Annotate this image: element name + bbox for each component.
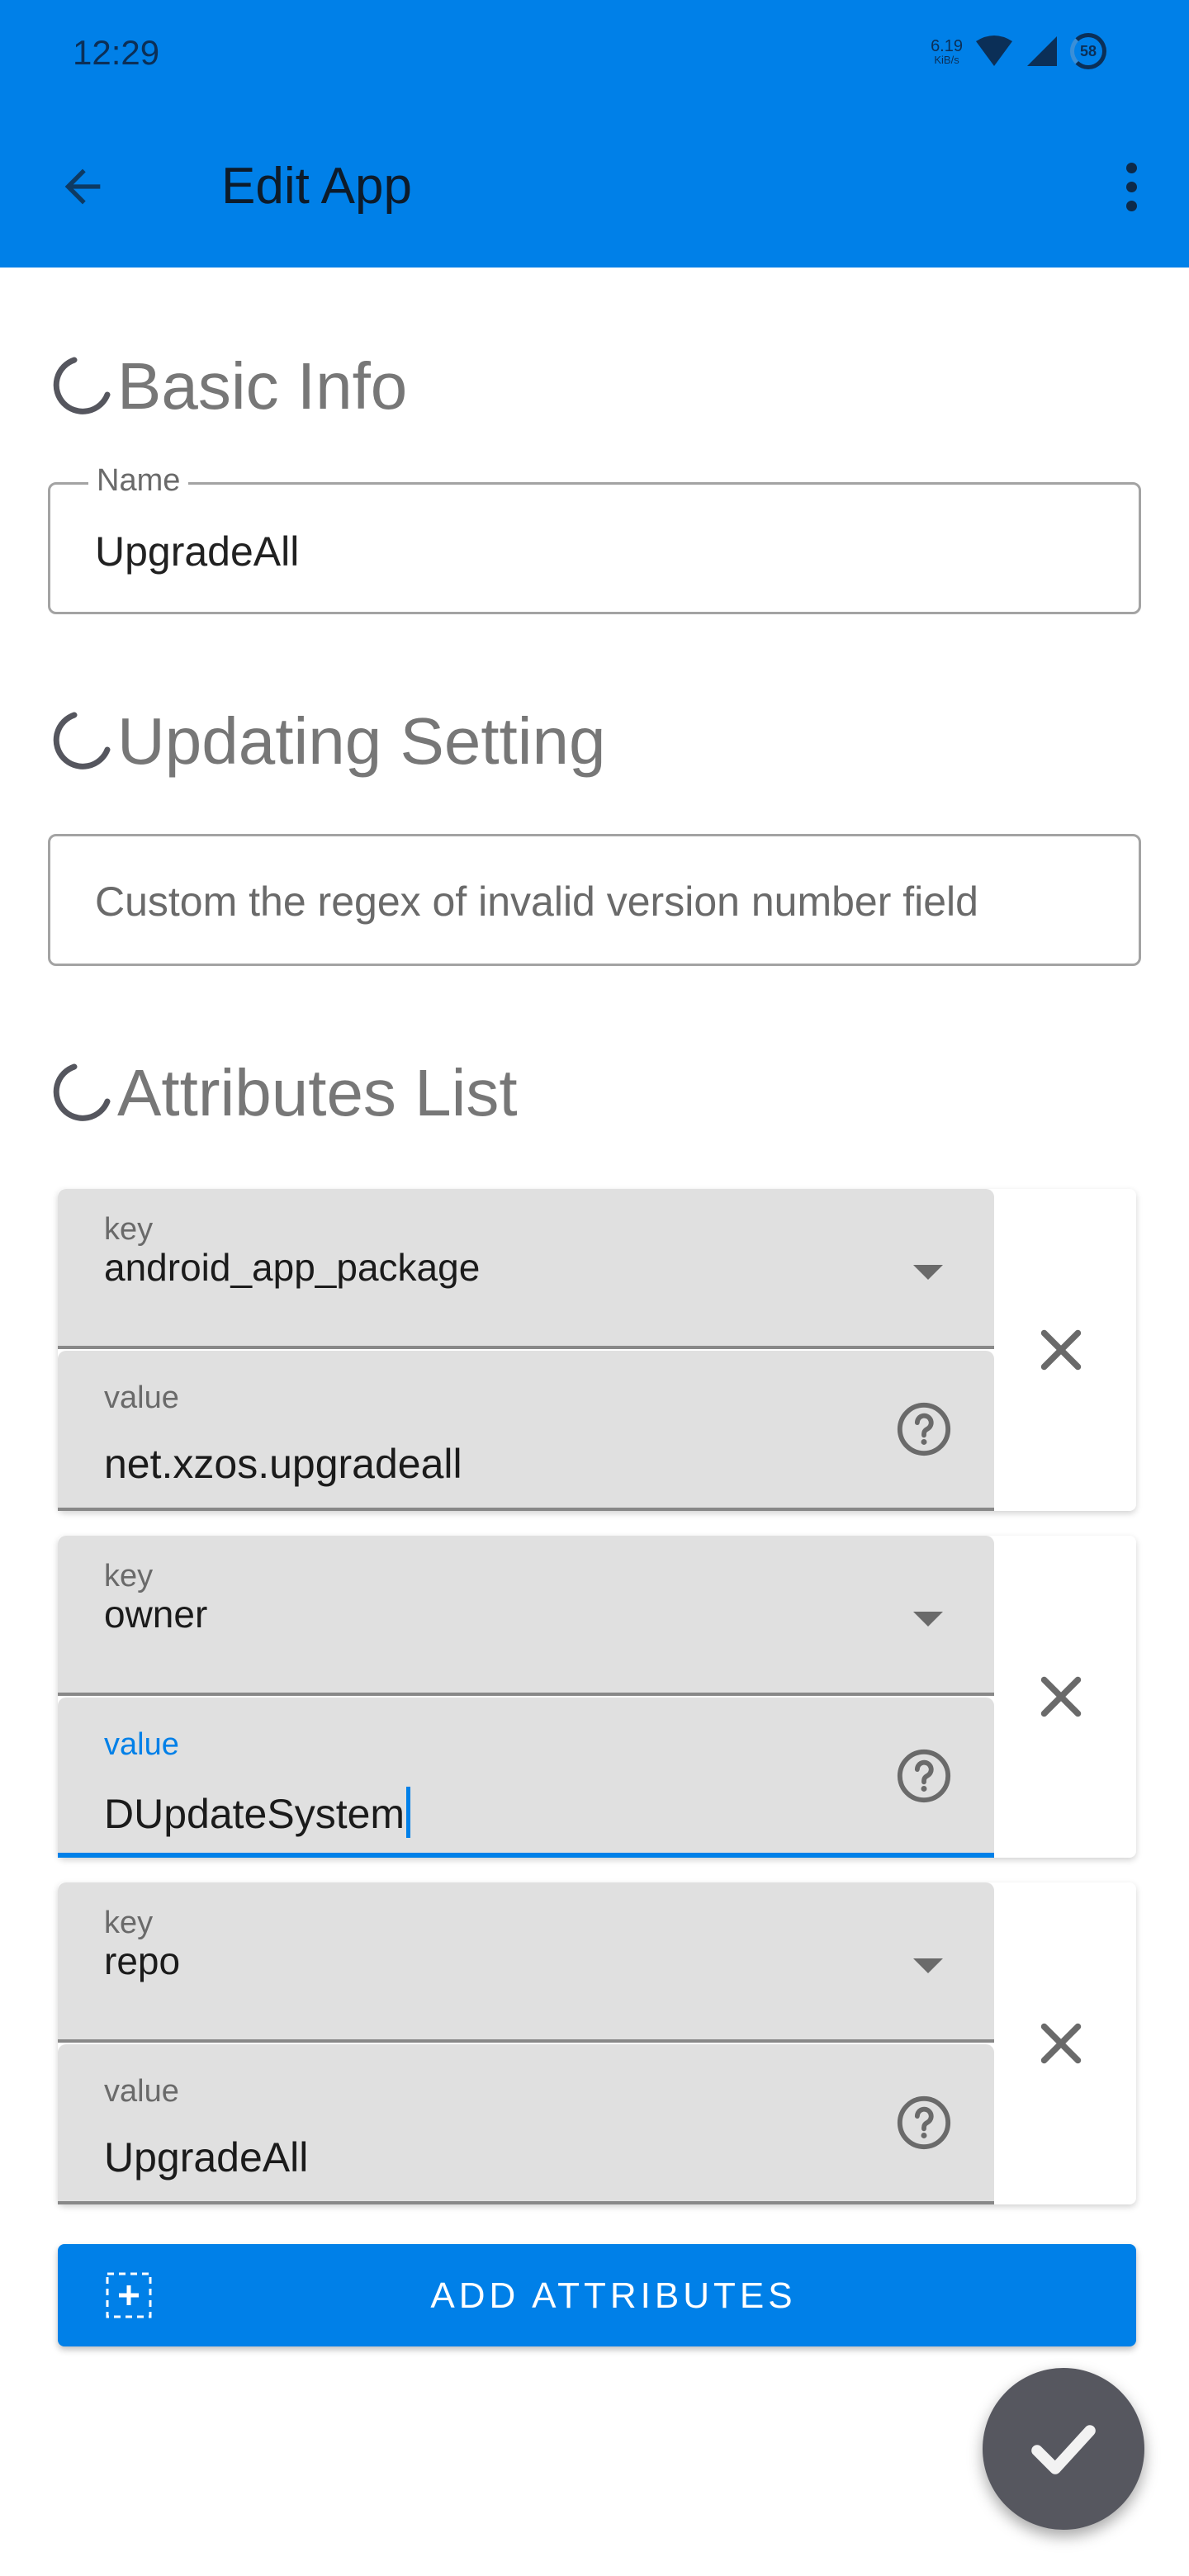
network-speed-unit: KiB/s <box>934 53 959 66</box>
section-title: Attributes List <box>117 1056 518 1129</box>
text-cursor <box>406 1787 411 1838</box>
network-speed-value: 6.19 <box>931 36 963 55</box>
check-icon <box>1031 2425 1096 2474</box>
status-icons: 6.19 KiB/s 58 <box>931 33 1106 69</box>
section-basic-info: Basic Info <box>46 348 407 424</box>
value-text[interactable]: DUpdateSystem <box>104 1791 405 1837</box>
more-vert-dot <box>1125 200 1137 211</box>
dropdown-arrow-icon[interactable] <box>913 1612 943 1627</box>
arrow-back-icon <box>64 168 101 205</box>
more-vert-icon <box>1125 162 1137 173</box>
more-vert-dot <box>1125 181 1137 192</box>
back-button[interactable] <box>50 154 116 220</box>
help-icon[interactable] <box>895 1747 953 1805</box>
value-label: value <box>104 1380 179 1415</box>
key-label: key <box>104 1906 154 1940</box>
attribute-value-input[interactable]: value net.xzos.upgradeall <box>58 1351 994 1511</box>
value-text[interactable]: UpgradeAll <box>104 2133 308 2181</box>
dropdown-arrow-icon[interactable] <box>913 1958 943 1973</box>
attribute-card: key owner value DUpdateSystem <box>58 1536 1136 1858</box>
key-value: repo <box>104 1939 181 1982</box>
save-fab[interactable] <box>983 2368 1144 2530</box>
name-field-label: Name <box>88 463 189 499</box>
value-text-wrapper[interactable]: DUpdateSystem <box>104 1787 411 1838</box>
attribute-value-input[interactable]: value DUpdateSystem <box>58 1698 994 1858</box>
key-label: key <box>104 1559 154 1593</box>
help-icon[interactable] <box>895 2094 953 2152</box>
battery-icon: 58 <box>1070 33 1106 69</box>
value-label: value <box>104 1727 179 1762</box>
attribute-key-dropdown[interactable]: key owner <box>58 1536 994 1696</box>
key-value: owner <box>104 1593 208 1636</box>
attribute-card: key android_app_package value net.xzos.u… <box>58 1189 1136 1511</box>
name-field[interactable]: Name UpgradeAll <box>48 463 1141 614</box>
status-time: 12:29 <box>73 33 160 72</box>
progress-spinner-icon <box>53 1063 111 1121</box>
section-attributes-list: Attributes List <box>46 1055 518 1131</box>
remove-attribute-button[interactable] <box>1032 2015 1090 2072</box>
app-bar: 12:29 6.19 KiB/s 58 Edit App <box>0 0 1189 268</box>
attribute-key-dropdown[interactable]: key android_app_package <box>58 1189 994 1349</box>
version-regex-field[interactable]: Custom the regex of invalid version numb… <box>48 834 1141 966</box>
network-speed: 6.19 KiB/s <box>931 38 963 65</box>
attribute-key-dropdown[interactable]: key repo <box>58 1882 994 2043</box>
remove-attribute-button[interactable] <box>1032 1321 1090 1379</box>
page-title: Edit App <box>221 158 412 215</box>
attribute-card: key repo value UpgradeAll <box>58 1882 1136 2204</box>
section-title: Updating Setting <box>117 704 606 778</box>
progress-spinner-icon <box>53 712 111 769</box>
key-label: key <box>104 1212 154 1247</box>
add-attributes-label: ADD ATTRIBUTES <box>430 2275 797 2316</box>
attribute-value-input[interactable]: value UpgradeAll <box>58 2044 994 2204</box>
wifi-icon <box>976 36 1012 66</box>
cell-signal-icon <box>1027 36 1057 66</box>
help-icon[interactable] <box>895 1400 953 1458</box>
value-label: value <box>104 2074 179 2109</box>
progress-spinner-icon <box>53 357 111 414</box>
name-field-value[interactable]: UpgradeAll <box>95 528 299 575</box>
add-attributes-button[interactable]: ADD ATTRIBUTES <box>58 2244 1136 2346</box>
section-title: Basic Info <box>117 349 408 423</box>
key-value: android_app_package <box>104 1246 481 1289</box>
dropdown-arrow-icon[interactable] <box>913 1265 943 1280</box>
value-text[interactable]: net.xzos.upgradeall <box>104 1440 462 1488</box>
more-options-button[interactable] <box>1106 154 1156 220</box>
remove-attribute-button[interactable] <box>1032 1668 1090 1726</box>
version-regex-placeholder: Custom the regex of invalid version numb… <box>95 878 978 925</box>
section-updating-setting: Updating Setting <box>46 703 606 779</box>
